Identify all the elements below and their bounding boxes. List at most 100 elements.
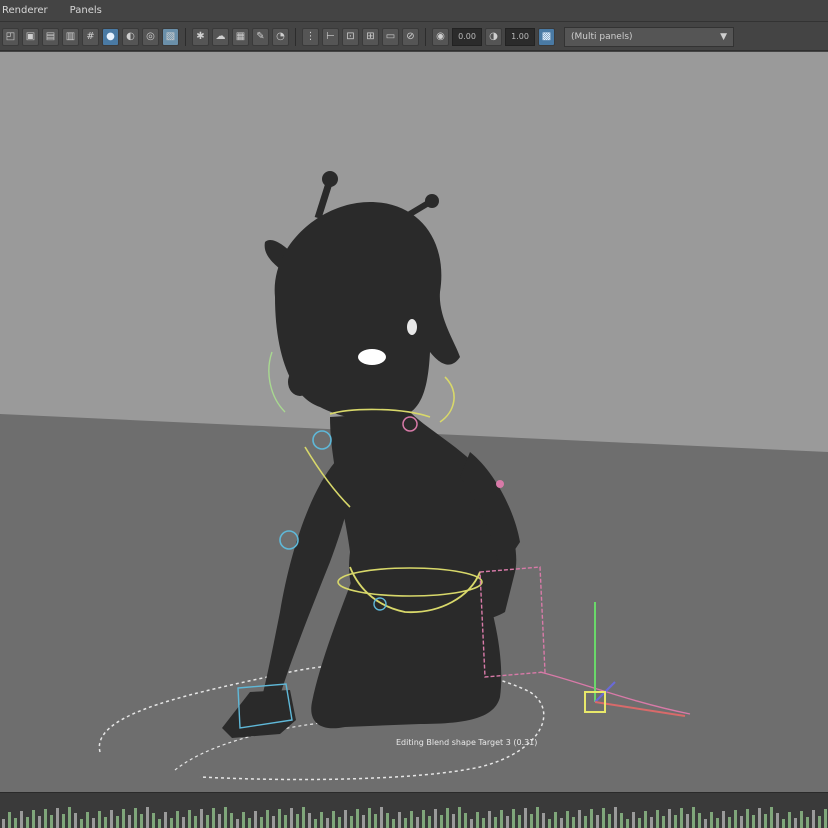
- resolution-gate-icon[interactable]: ◐: [122, 27, 139, 46]
- clavicle-control[interactable]: [496, 480, 504, 488]
- keyframe-tick[interactable]: [674, 815, 677, 828]
- keyframe-tick[interactable]: [800, 811, 803, 828]
- keyframe-tick[interactable]: [302, 807, 305, 828]
- keyframe-tick[interactable]: [98, 811, 101, 828]
- keyframe-tick[interactable]: [656, 810, 659, 828]
- keyframe-tick[interactable]: [404, 818, 407, 828]
- keyframe-tick[interactable]: [194, 816, 197, 828]
- keyframe-tick[interactable]: [248, 818, 251, 828]
- keyframe-tick[interactable]: [512, 809, 515, 828]
- keyframe-tick[interactable]: [176, 811, 179, 828]
- keyframe-tick[interactable]: [158, 819, 161, 828]
- keyframe-tick[interactable]: [500, 810, 503, 828]
- keyframe-tick[interactable]: [104, 817, 107, 828]
- keyframe-tick[interactable]: [638, 818, 641, 828]
- keyframe-tick[interactable]: [260, 817, 263, 828]
- textured-icon[interactable]: ▦: [232, 27, 249, 46]
- keyframe-tick[interactable]: [170, 818, 173, 828]
- keyframe-tick[interactable]: [230, 813, 233, 828]
- exposure-field[interactable]: 0.00: [452, 27, 482, 46]
- keyframe-tick[interactable]: [488, 811, 491, 828]
- keyframe-tick[interactable]: [518, 815, 521, 828]
- keyframe-tick[interactable]: [284, 815, 287, 828]
- keyframe-tick[interactable]: [668, 809, 671, 828]
- keyframe-tick[interactable]: [368, 808, 371, 828]
- keyframe-tick[interactable]: [224, 807, 227, 828]
- keyframe-tick[interactable]: [554, 812, 557, 828]
- keyframe-tick[interactable]: [776, 813, 779, 828]
- smooth-shade-icon[interactable]: ☁: [212, 27, 229, 46]
- keyframe-tick[interactable]: [734, 810, 737, 828]
- keyframe-tick[interactable]: [566, 811, 569, 828]
- keyframe-tick[interactable]: [440, 815, 443, 828]
- grid-icon[interactable]: #: [82, 27, 99, 46]
- keyframe-tick[interactable]: [602, 808, 605, 828]
- keyframe-tick[interactable]: [80, 819, 83, 828]
- keyframe-tick[interactable]: [680, 808, 683, 828]
- keyframe-tick[interactable]: [770, 807, 773, 828]
- color-management-icon[interactable]: ▩: [538, 27, 555, 46]
- keyframe-tick[interactable]: [14, 818, 17, 828]
- lights-icon[interactable]: ✎: [252, 27, 269, 46]
- keyframe-tick[interactable]: [452, 814, 455, 828]
- keyframe-tick[interactable]: [470, 819, 473, 828]
- motion-blur-icon[interactable]: ⊢: [322, 27, 339, 46]
- keyframe-tick[interactable]: [32, 810, 35, 828]
- ambient-occlusion-icon[interactable]: ⋮: [302, 27, 319, 46]
- keyframe-tick[interactable]: [620, 813, 623, 828]
- keyframe-tick[interactable]: [140, 814, 143, 828]
- keyframe-tick[interactable]: [122, 809, 125, 828]
- keyframe-tick[interactable]: [728, 817, 731, 828]
- keyframe-tick[interactable]: [86, 812, 89, 828]
- keyframe-tick[interactable]: [380, 807, 383, 828]
- keyframe-tick[interactable]: [632, 812, 635, 828]
- keyframe-tick[interactable]: [338, 817, 341, 828]
- keyframe-tick[interactable]: [218, 814, 221, 828]
- keyframe-tick[interactable]: [698, 813, 701, 828]
- keyframe-tick[interactable]: [134, 808, 137, 828]
- keyframe-tick[interactable]: [812, 810, 815, 828]
- shadows-icon[interactable]: ◔: [272, 27, 289, 46]
- keyframe-tick[interactable]: [272, 816, 275, 828]
- keyframe-tick[interactable]: [662, 816, 665, 828]
- keyframe-tick[interactable]: [548, 819, 551, 828]
- keyframe-tick[interactable]: [296, 814, 299, 828]
- xray-icon[interactable]: ⊘: [402, 27, 419, 46]
- film-gate-icon[interactable]: ●: [102, 27, 119, 46]
- gamma-icon[interactable]: ◑: [485, 27, 502, 46]
- keyframe-tick[interactable]: [608, 814, 611, 828]
- keyframe-tick[interactable]: [206, 815, 209, 828]
- keyframe-tick[interactable]: [788, 812, 791, 828]
- keyframe-tick[interactable]: [578, 810, 581, 828]
- exposure-icon[interactable]: ◉: [432, 27, 449, 46]
- keyframe-tick[interactable]: [584, 816, 587, 828]
- image-plane-icon[interactable]: ▥: [62, 27, 79, 46]
- keyframe-tick[interactable]: [266, 810, 269, 828]
- keyframe-tick[interactable]: [278, 809, 281, 828]
- keyframe-tick[interactable]: [458, 807, 461, 828]
- keyframe-tick[interactable]: [50, 815, 53, 828]
- keyframe-tick[interactable]: [308, 813, 311, 828]
- keyframe-tick[interactable]: [74, 813, 77, 828]
- time-slider-track[interactable]: [0, 793, 828, 828]
- keyframe-tick[interactable]: [476, 812, 479, 828]
- keyframe-tick[interactable]: [824, 809, 827, 828]
- keyframe-tick[interactable]: [794, 818, 797, 828]
- keyframe-tick[interactable]: [716, 818, 719, 828]
- keyframe-tick[interactable]: [626, 819, 629, 828]
- camera-select-icon[interactable]: ◰: [2, 27, 19, 46]
- keyframe-tick[interactable]: [8, 812, 11, 828]
- keyframe-tick[interactable]: [398, 812, 401, 828]
- keyframe-tick[interactable]: [68, 807, 71, 828]
- keyframe-tick[interactable]: [38, 816, 41, 828]
- keyframe-tick[interactable]: [62, 814, 65, 828]
- keyframe-tick[interactable]: [506, 816, 509, 828]
- keyframe-tick[interactable]: [92, 818, 95, 828]
- keyframe-tick[interactable]: [128, 815, 131, 828]
- keyframe-tick[interactable]: [560, 818, 563, 828]
- keyframe-tick[interactable]: [164, 812, 167, 828]
- keyframe-tick[interactable]: [464, 813, 467, 828]
- gamma-field[interactable]: 1.00: [505, 27, 535, 46]
- keyframe-tick[interactable]: [326, 818, 329, 828]
- keyframe-tick[interactable]: [764, 814, 767, 828]
